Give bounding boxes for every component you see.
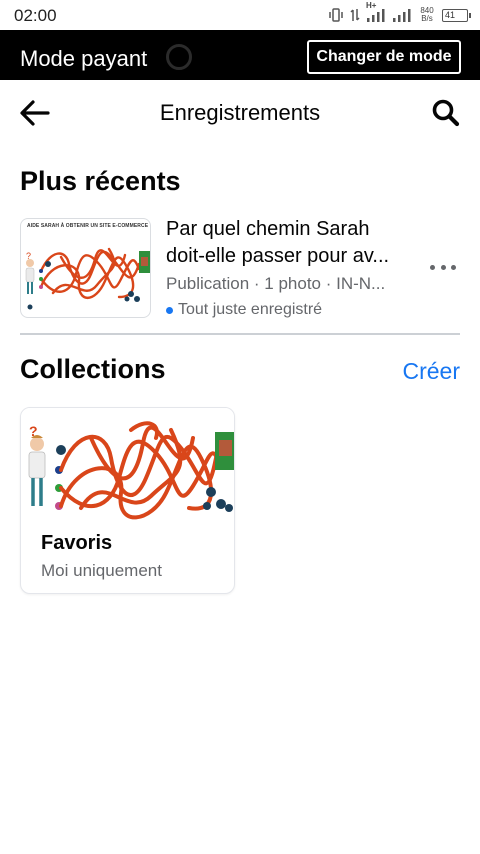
search-icon: [432, 99, 460, 127]
battery-level: 41: [445, 9, 456, 20]
collections-section-title: Collections: [20, 354, 166, 384]
collection-name: Favoris: [41, 532, 113, 554]
signal-group-1: H+: [366, 1, 386, 23]
dot: [451, 264, 456, 270]
status-icons: H+ 840 B/s 41: [328, 1, 471, 25]
collection-card-favoris[interactable]: ? Favoris Moi uniquement: [20, 407, 235, 594]
collection-privacy: Moi uniquement: [41, 561, 162, 580]
saved-item-title[interactable]: Par quel chemin Sarah doit-elle passer p…: [166, 216, 418, 270]
vibrate-icon: [329, 8, 343, 22]
saved-item-meta: Publication · 1 photo · IN-N...: [166, 274, 386, 293]
collection-cover-image: ?: [21, 408, 234, 520]
change-mode-button[interactable]: Changer de mode: [307, 40, 461, 74]
saved-item[interactable]: AIDE SARAH À OBTENIR UN SITE E-COMMERCE …: [20, 216, 460, 320]
net-speed: 840 B/s: [418, 7, 436, 23]
header: Enregistrements: [0, 80, 480, 144]
battery-icon: 41: [442, 8, 471, 22]
more-dots-icon[interactable]: [430, 260, 456, 274]
data-arrows-icon: [350, 9, 360, 21]
create-collection-button[interactable]: Créer: [402, 358, 460, 385]
network-type: H+: [366, 1, 377, 10]
page-title: Enregistrements: [159, 100, 321, 125]
status-dot-icon: [166, 306, 173, 314]
saved-item-title-line1: Par quel chemin Sarah: [166, 218, 370, 240]
status-bar: 02:00 H+ 840 B/s 41: [0, 0, 480, 30]
status-time: 02:00: [14, 6, 57, 25]
section-divider: [20, 333, 460, 335]
recent-section-title: Plus récents: [20, 166, 181, 196]
mode-banner: Mode payant Changer de mode: [0, 30, 480, 80]
net-speed-unit: B/s: [421, 14, 433, 23]
saved-item-thumbnail[interactable]: AIDE SARAH À OBTENIR UN SITE E-COMMERCE …: [20, 218, 151, 318]
mode-label: Mode payant: [20, 46, 148, 71]
search-button[interactable]: [430, 98, 462, 128]
signal-icon-2: [393, 9, 411, 22]
saved-item-status: Tout juste enregistré: [166, 301, 322, 319]
maze-image: ?: [25, 247, 150, 310]
dot: [440, 264, 446, 270]
saved-item-status-text: Tout juste enregistré: [178, 301, 323, 318]
ghost-circle-icon: [166, 44, 192, 70]
dot: [430, 264, 435, 270]
saved-item-title-line2: doit-elle passer pour av...: [166, 245, 390, 267]
